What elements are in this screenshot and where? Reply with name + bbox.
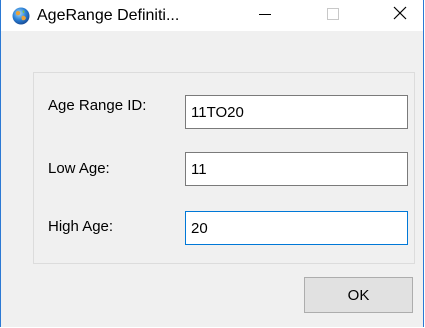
minimize-button[interactable] <box>242 0 288 31</box>
window-title: AgeRange Definiti... <box>37 7 180 24</box>
high-age-label: High Age: <box>48 218 114 235</box>
globe-icon <box>12 7 30 25</box>
close-button[interactable] <box>377 0 423 31</box>
age-range-id-label: Age Range ID: <box>48 97 147 114</box>
close-icon <box>393 6 407 25</box>
maximize-button[interactable] <box>310 0 356 31</box>
maximize-icon <box>327 7 339 25</box>
low-age-input[interactable] <box>185 152 408 186</box>
title-bar[interactable]: AgeRange Definiti... <box>1 0 423 31</box>
high-age-input[interactable] <box>185 211 408 245</box>
minimize-icon <box>259 7 271 25</box>
low-age-label: Low Age: <box>48 160 110 177</box>
age-range-id-input[interactable] <box>185 95 408 129</box>
dialog-window: AgeRange Definiti... Age Range ID: Low A… <box>0 0 424 327</box>
ok-button[interactable]: OK <box>304 277 413 313</box>
